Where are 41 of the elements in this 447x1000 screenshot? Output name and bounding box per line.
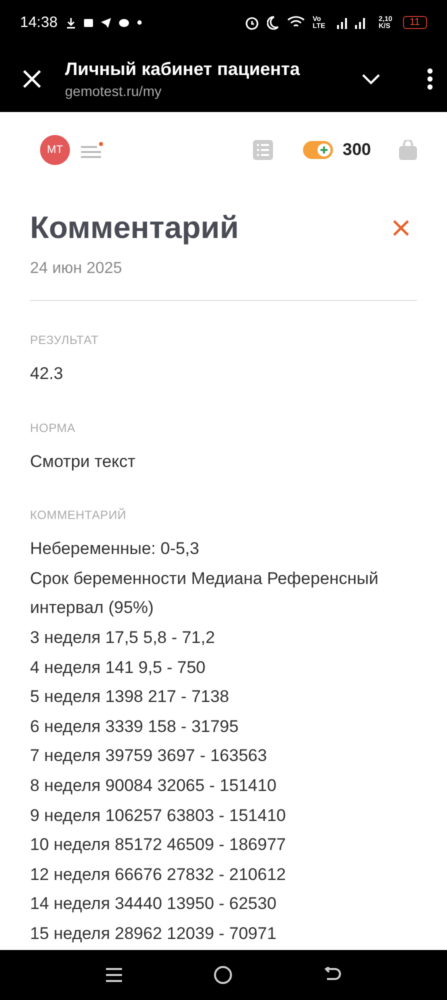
field-label: РЕЗУЛЬТАТ — [30, 333, 100, 347]
field-value: 8 неделя 90084 32065 - 151410 — [30, 774, 278, 797]
bonus-toggle[interactable] — [302, 141, 333, 159]
field-value: Срок беременности Медиана Референсный интервал (95%) — [30, 568, 380, 620]
close-icon[interactable] — [22, 68, 42, 88]
chevron-down-icon[interactable] — [361, 72, 381, 84]
field-value: Смотри текст — [30, 450, 136, 473]
field-value: 5 неделя 1398 217 - 7138 — [30, 686, 230, 708]
panel-title: Комментарий — [30, 210, 239, 246]
field-value: 10 неделя 85172 46509 - 186977 — [30, 834, 287, 856]
field-value: 6 неделя 3339 158 - 31795 — [30, 716, 240, 738]
menu-icon[interactable] — [105, 967, 124, 983]
page-title: Личный кабинет пациента — [65, 58, 301, 80]
download-icon — [66, 16, 76, 28]
field-label: КОММЕНТАРИЙ — [30, 508, 128, 522]
field-value: 3 неделя 17,5 5,8 - 71,2 — [30, 626, 216, 649]
more-menu-icon[interactable] — [427, 68, 433, 90]
dot-icon — [136, 20, 142, 25]
back-icon[interactable] — [324, 967, 342, 983]
field-value: 7 неделя 39759 3697 - 163563 — [30, 745, 268, 768]
field-value: 9 неделя 106257 63803 - 151410 — [30, 804, 287, 827]
user-avatar[interactable]: МТ — [40, 135, 70, 165]
field-label: НОРМА — [30, 420, 76, 435]
field-value: Небеременные: 0-5,3 — [30, 538, 200, 560]
chat-bubble-icon — [118, 18, 129, 26]
wifi-icon — [286, 16, 305, 29]
moon-icon — [266, 16, 279, 30]
clock-time: 14:38 — [20, 14, 58, 31]
field-value: 15 неделя 28962 12039 - 70971 — [30, 922, 278, 945]
bonus-count: 300 — [342, 140, 371, 160]
page-url: gemotest.ru/my — [65, 82, 162, 98]
panel-date: 24 июн 2025 — [30, 260, 417, 301]
app-icon — [84, 18, 93, 26]
home-icon[interactable] — [213, 965, 234, 985]
alarm-icon — [244, 16, 259, 30]
field-value: 4 неделя 141 9,5 - 750 — [30, 656, 206, 679]
field-value: 14 неделя 34440 13950 - 62530 — [30, 893, 278, 916]
send-icon — [100, 18, 111, 28]
field-value: 42.3 — [30, 363, 64, 385]
battery-level: 11 — [402, 16, 427, 29]
field-value: 12 неделя 66676 27832 - 210612 — [30, 864, 287, 886]
